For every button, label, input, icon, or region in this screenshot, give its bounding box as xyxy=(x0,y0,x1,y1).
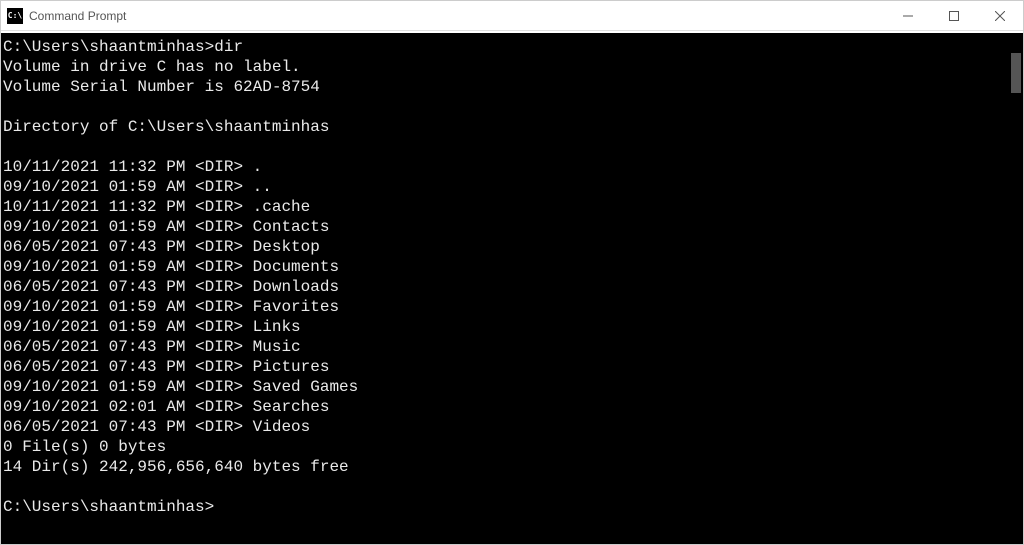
dir-entry: 10/11/2021 11:32 PM <DIR> .cache xyxy=(3,197,1021,217)
app-window: C:\ Command Prompt C:\Users\shaantminhas… xyxy=(0,0,1024,545)
dir-entry: 09/10/2021 02:01 AM <DIR> Searches xyxy=(3,397,1021,417)
close-icon xyxy=(995,11,1005,21)
summary-dirs: 14 Dir(s) 242,956,656,640 bytes free xyxy=(3,457,1021,477)
prompt-line-2: C:\Users\shaantminhas> xyxy=(3,497,1021,517)
blank-line xyxy=(3,477,1021,497)
volume-line: Volume in drive C has no label. xyxy=(3,57,1021,77)
prompt-line: C:\Users\shaantminhas>dir xyxy=(3,37,1021,57)
window-controls xyxy=(885,1,1023,30)
text-cursor xyxy=(214,500,222,516)
maximize-icon xyxy=(949,11,959,21)
dir-entry: 06/05/2021 07:43 PM <DIR> Pictures xyxy=(3,357,1021,377)
minimize-button[interactable] xyxy=(885,1,931,30)
dir-entry: 09/10/2021 01:59 AM <DIR> Saved Games xyxy=(3,377,1021,397)
scrollbar[interactable] xyxy=(1007,33,1023,544)
window-title: Command Prompt xyxy=(29,9,885,23)
titlebar[interactable]: C:\ Command Prompt xyxy=(1,1,1023,31)
blank-line xyxy=(3,97,1021,117)
dir-entry: 06/05/2021 07:43 PM <DIR> Desktop xyxy=(3,237,1021,257)
prompt-path: C:\Users\shaantminhas> xyxy=(3,498,214,516)
dir-entry: 09/10/2021 01:59 AM <DIR> Links xyxy=(3,317,1021,337)
scrollbar-thumb[interactable] xyxy=(1011,53,1021,93)
summary-files: 0 File(s) 0 bytes xyxy=(3,437,1021,457)
dir-entry: 09/10/2021 01:59 AM <DIR> Contacts xyxy=(3,217,1021,237)
dir-entry: 09/10/2021 01:59 AM <DIR> Favorites xyxy=(3,297,1021,317)
dir-entry: 10/11/2021 11:32 PM <DIR> . xyxy=(3,157,1021,177)
terminal-area[interactable]: C:\Users\shaantminhas>dir Volume in driv… xyxy=(1,31,1023,544)
directory-of-line: Directory of C:\Users\shaantminhas xyxy=(3,117,1021,137)
minimize-icon xyxy=(903,11,913,21)
maximize-button[interactable] xyxy=(931,1,977,30)
close-button[interactable] xyxy=(977,1,1023,30)
dir-entry: 06/05/2021 07:43 PM <DIR> Downloads xyxy=(3,277,1021,297)
dir-entry: 09/10/2021 01:59 AM <DIR> .. xyxy=(3,177,1021,197)
entered-command: dir xyxy=(214,38,243,56)
app-icon: C:\ xyxy=(7,8,23,24)
serial-line: Volume Serial Number is 62AD-8754 xyxy=(3,77,1021,97)
dir-listing: 10/11/2021 11:32 PM <DIR> .09/10/2021 01… xyxy=(3,157,1021,437)
dir-entry: 09/10/2021 01:59 AM <DIR> Documents xyxy=(3,257,1021,277)
prompt-path: C:\Users\shaantminhas> xyxy=(3,38,214,56)
blank-line xyxy=(3,137,1021,157)
dir-entry: 06/05/2021 07:43 PM <DIR> Music xyxy=(3,337,1021,357)
dir-entry: 06/05/2021 07:43 PM <DIR> Videos xyxy=(3,417,1021,437)
app-icon-text: C:\ xyxy=(8,11,22,20)
